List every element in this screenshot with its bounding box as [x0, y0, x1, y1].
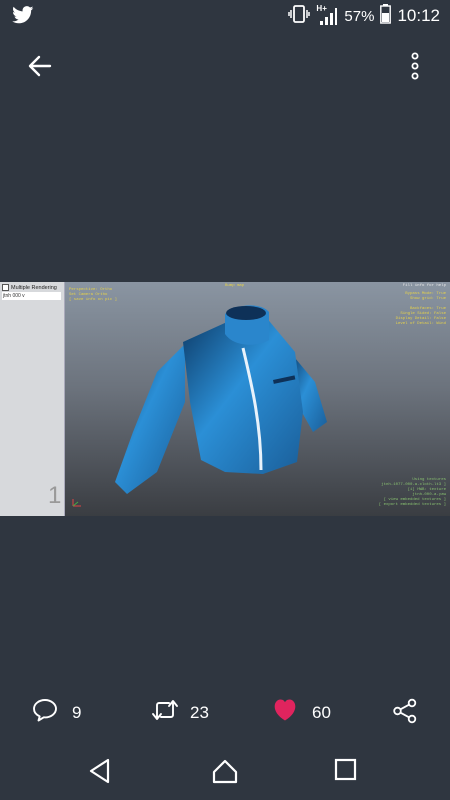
like-count: 60	[312, 702, 331, 722]
multiple-rendering-checkbox-row: Multiple Rendering	[2, 284, 57, 291]
like-button[interactable]: 60	[272, 698, 331, 727]
page-number: 1	[48, 482, 62, 509]
twitter-icon	[12, 6, 34, 29]
more-vertical-icon[interactable]	[404, 52, 426, 80]
checkbox-label: Multiple Rendering	[11, 284, 57, 291]
jacket-model	[115, 305, 327, 494]
recents-square-icon[interactable]	[334, 758, 358, 787]
app-bar	[0, 40, 450, 90]
back-triangle-icon[interactable]	[88, 758, 112, 789]
reply-icon	[32, 698, 58, 727]
tweet-actions: 9 23 60	[0, 690, 450, 730]
retweet-count: 23	[190, 702, 209, 722]
clock: 10:12	[397, 6, 440, 25]
share-icon	[392, 698, 418, 729]
heart-icon	[272, 698, 298, 727]
share-button[interactable]	[392, 698, 418, 729]
reply-button[interactable]: 9	[32, 698, 81, 727]
3d-viewport: Bump map Perspective: Ortho Set Camera O…	[65, 282, 450, 516]
arrow-left-icon[interactable]	[26, 52, 54, 80]
signal-icon: H+	[316, 4, 338, 26]
status-bar: H+ 57% 10:12	[0, 0, 450, 32]
system-nav-bar	[0, 748, 450, 800]
axis-gizmo-icon	[72, 499, 81, 507]
retweet-button[interactable]: 23	[150, 698, 209, 727]
battery-icon	[380, 4, 392, 28]
reply-count: 9	[72, 702, 82, 722]
tweet-media-image[interactable]: Multiple Rendering jtnh 000 v 1 Bump map…	[0, 282, 450, 516]
render-list-item: jtnh 000 v	[2, 292, 61, 300]
checkbox	[2, 284, 9, 291]
render-side-panel: Multiple Rendering jtnh 000 v 1	[0, 282, 65, 516]
home-icon[interactable]	[212, 758, 238, 789]
retweet-icon	[150, 698, 180, 727]
battery-percent: 57%	[344, 7, 375, 25]
vibrate-icon	[288, 5, 311, 27]
